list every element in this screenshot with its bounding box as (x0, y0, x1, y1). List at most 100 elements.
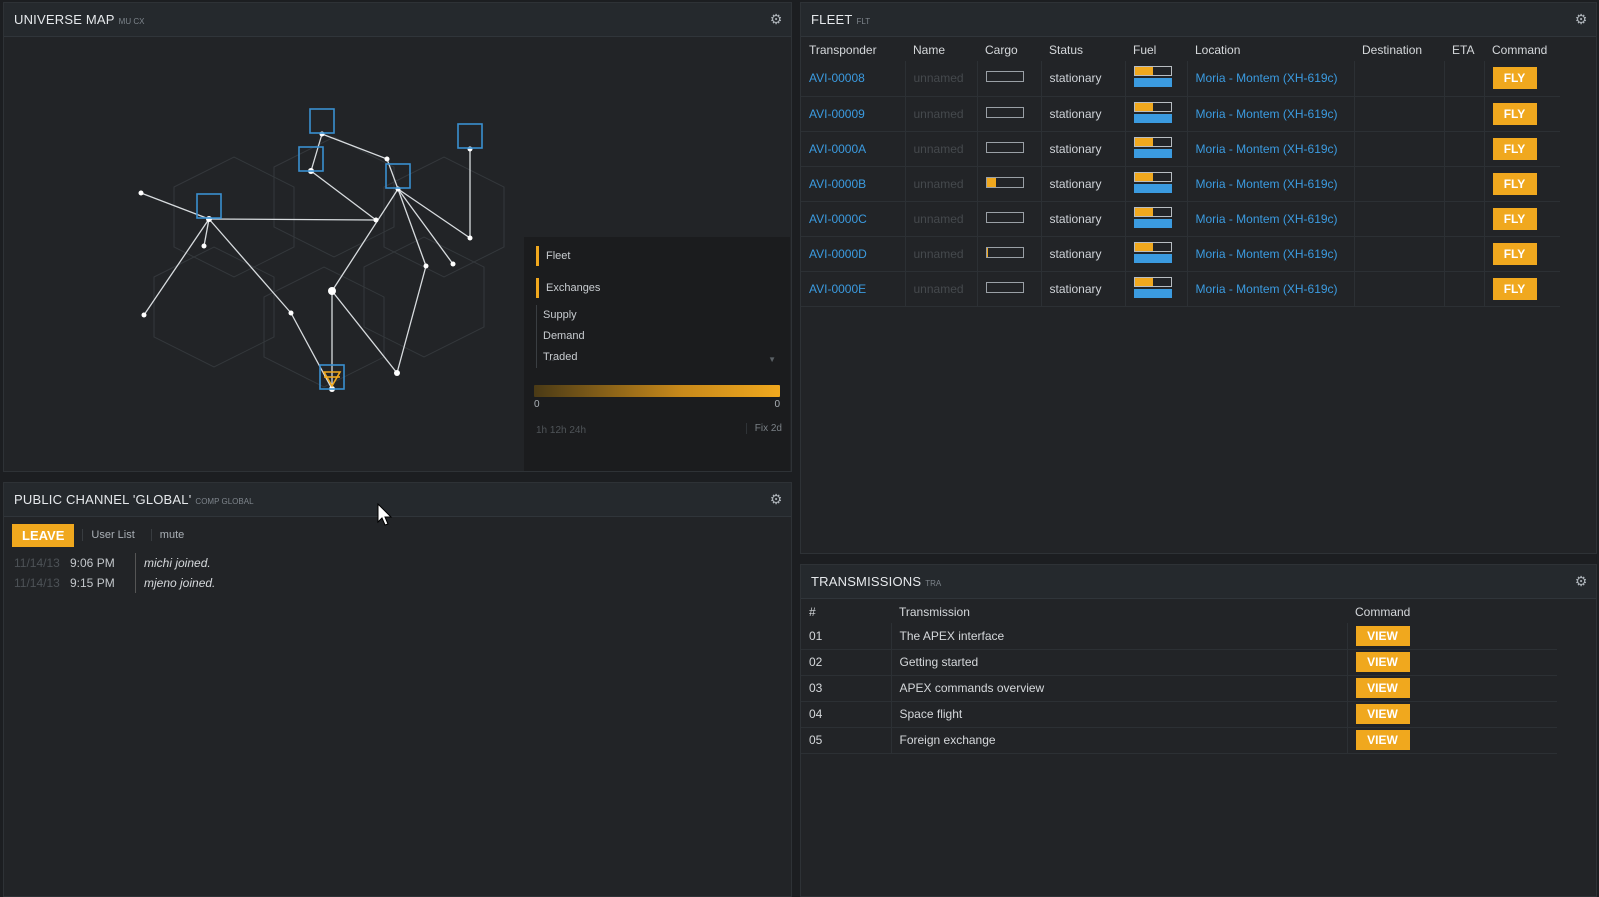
col-destination[interactable]: Destination (1354, 39, 1444, 61)
fuel-fill (1134, 172, 1153, 181)
fly-button[interactable]: FLY (1492, 67, 1537, 90)
user-list-link[interactable]: User List (82, 529, 142, 541)
transponder-cell[interactable]: AVI-0000C (801, 201, 906, 236)
location-cell[interactable]: Moria - Montem (XH-619c) (1187, 96, 1355, 131)
transmission-cell: The APEX interface (891, 623, 1348, 649)
col-transponder[interactable]: Transponder (801, 39, 905, 61)
ship-name: unnamed (913, 281, 964, 296)
fleet-row[interactable]: AVI-00009 unnamed stationary Moria - Montem… (801, 96, 1560, 131)
fix-button[interactable]: Fix 2d (745, 423, 782, 434)
location-link[interactable]: Moria - Montem (XH-619c) (1196, 247, 1346, 261)
transponder-link[interactable]: AVI-00008 (809, 71, 865, 85)
transponder-link[interactable]: AVI-0000E (809, 282, 866, 296)
transmission-row[interactable]: 02 Getting started VIEW (801, 649, 1557, 675)
location-link[interactable]: Moria - Montem (XH-619c) (1196, 107, 1346, 121)
fly-button[interactable]: FLY (1492, 172, 1537, 195)
transmissions-panel: TRANSMISSIONS TRA ⚙ # Transmission Comma… (800, 564, 1597, 897)
fly-button[interactable]: FLY (1492, 207, 1537, 230)
location-link[interactable]: Moria - Montem (XH-619c) (1196, 142, 1346, 156)
gear-icon[interactable]: ⚙ (769, 12, 783, 26)
transponder-cell[interactable]: AVI-0000B (801, 166, 906, 201)
transmission-row[interactable]: 05 Foreign exchange VIEW (801, 727, 1557, 753)
view-button[interactable]: VIEW (1355, 625, 1410, 646)
transmission-row[interactable]: 04 Space flight VIEW (801, 701, 1557, 727)
chat-panel: PUBLIC CHANNEL 'GLOBAL' COMP GLOBAL ⚙ LE… (3, 482, 792, 897)
leave-button[interactable]: LEAVE (12, 523, 75, 547)
col-status[interactable]: Status (1041, 39, 1125, 61)
location-cell[interactable]: Moria - Montem (XH-619c) (1187, 201, 1355, 236)
transponder-link[interactable]: AVI-0000C (809, 212, 867, 226)
transponder-cell[interactable]: AVI-0000E (801, 271, 906, 306)
status-cell: stationary (1041, 166, 1126, 201)
transmission-row[interactable]: 01 The APEX interface VIEW (801, 623, 1557, 649)
location-link[interactable]: Moria - Montem (XH-619c) (1196, 212, 1346, 226)
fly-button[interactable]: FLY (1492, 277, 1537, 300)
legend-traded[interactable]: Traded (536, 347, 790, 368)
transponder-cell[interactable]: AVI-00008 (801, 61, 906, 96)
location-cell[interactable]: Moria - Montem (XH-619c) (1187, 61, 1355, 96)
location-cell[interactable]: Moria - Montem (XH-619c) (1187, 271, 1355, 306)
command-cell: VIEW (1347, 701, 1557, 727)
transponder-link[interactable]: AVI-0000D (809, 247, 867, 261)
fly-button[interactable]: FLY (1492, 137, 1537, 160)
fly-button[interactable]: FLY (1492, 102, 1537, 125)
fleet-row[interactable]: AVI-0000D unnamed stationary Moria - Montem… (801, 236, 1560, 271)
view-button[interactable]: VIEW (1355, 652, 1410, 672)
ship-name: unnamed (913, 211, 964, 226)
universe-map-canvas[interactable] (4, 37, 524, 471)
col-cargo[interactable]: Cargo (977, 39, 1041, 61)
eta-cell (1444, 271, 1485, 306)
transponder-cell[interactable]: AVI-00009 (801, 96, 906, 131)
fleet-row[interactable]: AVI-0000B unnamed stationary Moria - Montem… (801, 166, 1560, 201)
view-button[interactable]: VIEW (1355, 704, 1410, 724)
chevron-down-icon[interactable]: ▼ (768, 355, 776, 364)
fuel-fill (1134, 67, 1153, 76)
location-link[interactable]: Moria - Montem (XH-619c) (1196, 71, 1346, 85)
col-fuel[interactable]: Fuel (1125, 39, 1187, 61)
fleet-row[interactable]: AVI-0000E unnamed stationary Moria - Montem… (801, 271, 1560, 306)
fleet-panel: FLEET FLT ⚙ Transponder Name Cargo Statu… (800, 2, 1597, 554)
cargo-cell (977, 61, 1042, 96)
destination-cell (1354, 201, 1445, 236)
legend-fleet[interactable]: Fleet (524, 245, 790, 267)
location-cell[interactable]: Moria - Montem (XH-619c) (1187, 131, 1355, 166)
legend-exchanges[interactable]: Exchanges (524, 277, 790, 299)
col-name[interactable]: Name (905, 39, 977, 61)
transponder-link[interactable]: AVI-00009 (809, 107, 865, 121)
view-button[interactable]: VIEW (1355, 730, 1410, 750)
fuel-fill (1134, 137, 1153, 146)
location-cell[interactable]: Moria - Montem (XH-619c) (1187, 236, 1355, 271)
location-link[interactable]: Moria - Montem (XH-619c) (1196, 177, 1346, 191)
name-cell: unnamed (905, 236, 978, 271)
command-cell: FLY (1484, 166, 1560, 201)
location-link[interactable]: Moria - Montem (XH-619c) (1196, 282, 1346, 296)
gear-icon[interactable]: ⚙ (1574, 12, 1588, 26)
transponder-link[interactable]: AVI-0000A (809, 142, 866, 156)
col-location[interactable]: Location (1187, 39, 1354, 61)
fleet-row[interactable]: AVI-00008 unnamed stationary Moria - Montem… (801, 61, 1560, 96)
command-cell: FLY (1484, 201, 1560, 236)
time-range-slider[interactable] (534, 385, 780, 397)
col-eta[interactable]: ETA (1444, 39, 1484, 61)
fly-button[interactable]: FLY (1492, 242, 1537, 265)
fleet-row[interactable]: AVI-0000C unnamed stationary Moria - Montem… (801, 201, 1560, 236)
chat-message: 11/14/13 9:06 PM michi joined. (4, 553, 791, 573)
transponder-cell[interactable]: AVI-0000D (801, 236, 906, 271)
transmission-row[interactable]: 03 APEX commands overview VIEW (801, 675, 1557, 701)
col-command: Command (1355, 605, 1411, 619)
mute-link[interactable]: mute (150, 529, 192, 541)
view-button[interactable]: VIEW (1355, 678, 1410, 698)
transponder-link[interactable]: AVI-0000B (809, 177, 866, 191)
legend-supply[interactable]: Supply (536, 305, 790, 326)
location-cell[interactable]: Moria - Montem (XH-619c) (1187, 166, 1355, 201)
legend-demand[interactable]: Demand (536, 326, 790, 347)
slider-max-label: 0 (774, 399, 780, 410)
fleet-row[interactable]: AVI-0000A unnamed stationary Moria - Montem… (801, 131, 1560, 166)
fuel-fill (1134, 102, 1153, 111)
gear-icon[interactable]: ⚙ (1574, 574, 1588, 588)
gear-icon[interactable]: ⚙ (769, 492, 783, 506)
transponder-cell[interactable]: AVI-0000A (801, 131, 906, 166)
legend-dropdown-value[interactable]: -- (548, 355, 555, 366)
time-range-options[interactable]: 1h 12h 24h (536, 425, 586, 436)
name-cell: unnamed (905, 96, 978, 131)
